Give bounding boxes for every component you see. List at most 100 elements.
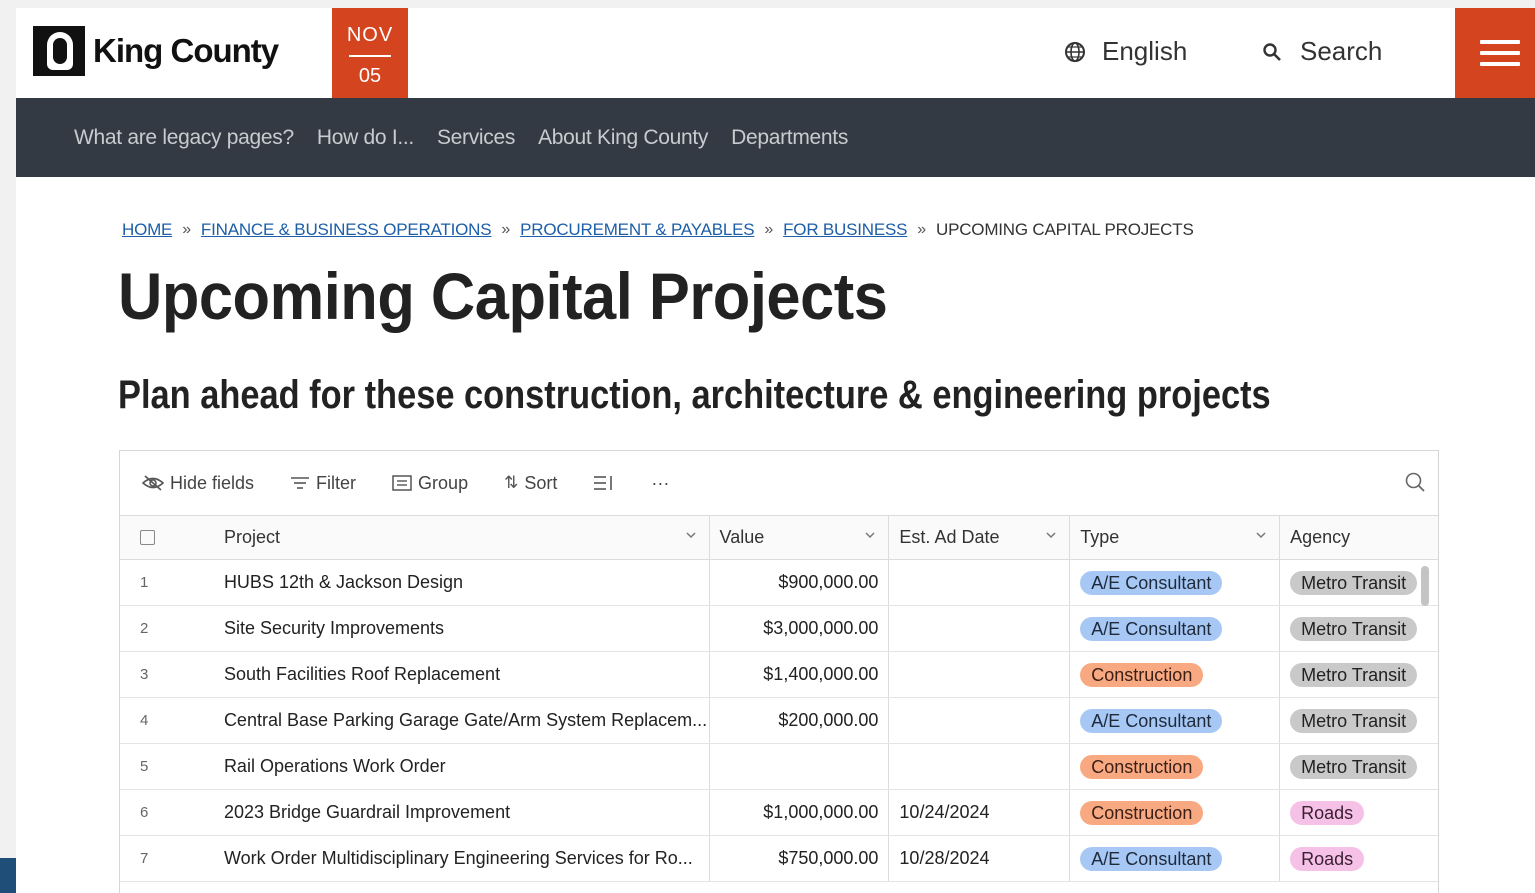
search-label: Search [1300, 36, 1383, 66]
agency-tag: Metro Transit [1290, 616, 1418, 641]
table-row[interactable]: 4 Central Base Parking Garage Gate/Arm S… [120, 698, 1438, 744]
value-cell[interactable]: $3,000,000.00 [710, 606, 890, 651]
agency-cell[interactable]: Metro Transit [1280, 698, 1438, 743]
sort-button[interactable]: ⇅ Sort [504, 473, 557, 494]
value-cell[interactable]: $200,000.00 [710, 698, 890, 743]
grid-search-icon[interactable] [1404, 471, 1426, 493]
row-number: 7 [140, 850, 149, 867]
filter-button[interactable]: Filter [290, 473, 356, 494]
menu-bar-icon [1480, 62, 1520, 66]
breadcrumb-link-for-business[interactable]: FOR BUSINESS [783, 220, 907, 240]
table-row[interactable]: 6 2023 Bridge Guardrail Improvement $1,0… [120, 790, 1438, 836]
table-row[interactable]: 3 South Facilities Roof Replacement $1,4… [120, 652, 1438, 698]
project-cell[interactable]: HUBS 12th & Jackson Design [220, 560, 710, 605]
chevron-down-icon[interactable] [1255, 529, 1267, 541]
type-cell[interactable]: A/E Consultant [1070, 836, 1281, 881]
project-cell[interactable]: Rail Operations Work Order [220, 744, 710, 789]
value-cell[interactable]: $1,000,000.00 [710, 790, 890, 835]
row-number: 3 [140, 666, 149, 683]
breadcrumb-current: UPCOMING CAPITAL PROJECTS [936, 220, 1194, 239]
king-county-logo[interactable]: King County [33, 26, 279, 76]
row-height-icon [594, 476, 613, 490]
type-cell[interactable]: Construction [1070, 744, 1281, 789]
column-header-type[interactable]: Type [1070, 516, 1281, 559]
type-cell[interactable]: A/E Consultant [1070, 698, 1281, 743]
date-cell[interactable]: 10/24/2024 [889, 790, 1071, 835]
hamburger-menu-button[interactable] [1455, 8, 1535, 98]
type-cell[interactable]: A/E Consultant [1070, 606, 1281, 651]
date-cell[interactable] [889, 744, 1071, 789]
table-row[interactable]: 5 Rail Operations Work Order Constructio… [120, 744, 1438, 790]
breadcrumb-link-procurement[interactable]: PROCUREMENT & PAYABLES [520, 220, 754, 240]
project-cell[interactable]: South Facilities Roof Replacement [220, 652, 710, 697]
agency-cell[interactable]: Roads [1280, 790, 1438, 835]
hide-fields-label: Hide fields [170, 472, 255, 493]
agency-cell[interactable]: Metro Transit [1280, 744, 1438, 789]
table-row[interactable]: 7 Work Order Multidisciplinary Engineeri… [120, 836, 1438, 882]
column-header-value[interactable]: Value [710, 516, 890, 559]
chevron-down-icon[interactable] [1045, 529, 1057, 541]
type-cell[interactable]: Construction [1070, 790, 1281, 835]
type-cell[interactable]: A/E Consultant [1070, 560, 1281, 605]
project-cell[interactable]: Central Base Parking Garage Gate/Arm Sys… [220, 698, 710, 743]
column-header-label: Value [719, 527, 765, 547]
nav-item-about[interactable]: About King County [538, 126, 708, 150]
eye-slash-icon [142, 475, 164, 491]
project-cell[interactable]: 2023 Bridge Guardrail Improvement [220, 790, 710, 835]
grid-toolbar: Hide fields Filter Group ⇅ Sort ··· [120, 451, 1438, 516]
more-options-button[interactable]: ··· [651, 473, 669, 494]
nav-item-legacy-pages[interactable]: What are legacy pages? [74, 126, 294, 150]
date-day: 05 [358, 65, 382, 87]
chevron-down-icon[interactable] [864, 529, 876, 541]
group-button[interactable]: Group [392, 473, 468, 494]
date-cell[interactable] [889, 560, 1071, 605]
chevron-down-icon[interactable] [685, 529, 697, 541]
hide-fields-button[interactable]: Hide fields [142, 473, 254, 494]
type-cell[interactable]: Construction [1070, 652, 1281, 697]
date-cell[interactable]: 10/28/2024 [889, 836, 1071, 881]
date-cell[interactable] [889, 652, 1071, 697]
value-cell[interactable]: $900,000.00 [710, 560, 890, 605]
project-cell[interactable]: Site Security Improvements [220, 606, 710, 651]
nav-item-departments[interactable]: Departments [731, 126, 848, 150]
brand-name: King County [93, 32, 279, 69]
column-header-project[interactable]: Project [220, 516, 710, 559]
agency-tag: Metro Transit [1290, 662, 1418, 687]
grid-scrollbar[interactable] [1421, 566, 1429, 606]
breadcrumb-link-home[interactable]: HOME [122, 220, 172, 240]
nav-item-how-do-i[interactable]: How do I... [317, 126, 414, 150]
agency-cell[interactable]: Metro Transit [1280, 606, 1438, 651]
table-row[interactable]: 2 Site Security Improvements $3,000,000.… [120, 606, 1438, 652]
value-cell[interactable]: $750,000.00 [710, 836, 890, 881]
more-options-icon: ··· [651, 472, 670, 493]
table-body: 1 HUBS 12th & Jackson Design $900,000.00… [120, 560, 1438, 882]
project-cell[interactable]: Work Order Multidisciplinary Engineering… [220, 836, 710, 881]
column-header-est-ad-date[interactable]: Est. Ad Date [889, 516, 1071, 559]
breadcrumb-link-finance[interactable]: FINANCE & BUSINESS OPERATIONS [201, 220, 492, 240]
value-cell[interactable]: $1,400,000.00 [710, 652, 890, 697]
column-header-agency[interactable]: Agency [1280, 516, 1438, 559]
type-tag: A/E Consultant [1080, 846, 1223, 871]
language-label: English [1102, 36, 1188, 66]
date-cell[interactable] [889, 606, 1071, 651]
agency-cell[interactable]: Roads [1280, 836, 1438, 881]
filter-label: Filter [316, 472, 357, 493]
date-cell[interactable] [889, 698, 1071, 743]
table-row[interactable]: 1 HUBS 12th & Jackson Design $900,000.00… [120, 560, 1438, 606]
language-selector[interactable]: English [1064, 36, 1187, 67]
value-cell[interactable] [710, 744, 890, 789]
menu-bar-icon [1480, 51, 1520, 55]
row-number: 6 [140, 804, 149, 821]
row-number: 1 [140, 574, 149, 591]
agency-cell[interactable]: Metro Transit [1280, 652, 1438, 697]
page-title: Upcoming Capital Projects [118, 259, 888, 333]
projects-grid: Hide fields Filter Group ⇅ Sort ··· Proj… [119, 450, 1439, 893]
agency-cell[interactable]: Metro Transit [1280, 560, 1438, 605]
breadcrumb-separator-icon: » [182, 221, 191, 238]
row-height-button[interactable] [593, 475, 615, 491]
type-tag: A/E Consultant [1080, 708, 1223, 733]
site-search-button[interactable]: Search [1262, 36, 1382, 67]
select-all-checkbox[interactable] [140, 530, 155, 545]
breadcrumb-separator-icon: » [764, 221, 774, 238]
nav-item-services[interactable]: Services [437, 126, 515, 150]
